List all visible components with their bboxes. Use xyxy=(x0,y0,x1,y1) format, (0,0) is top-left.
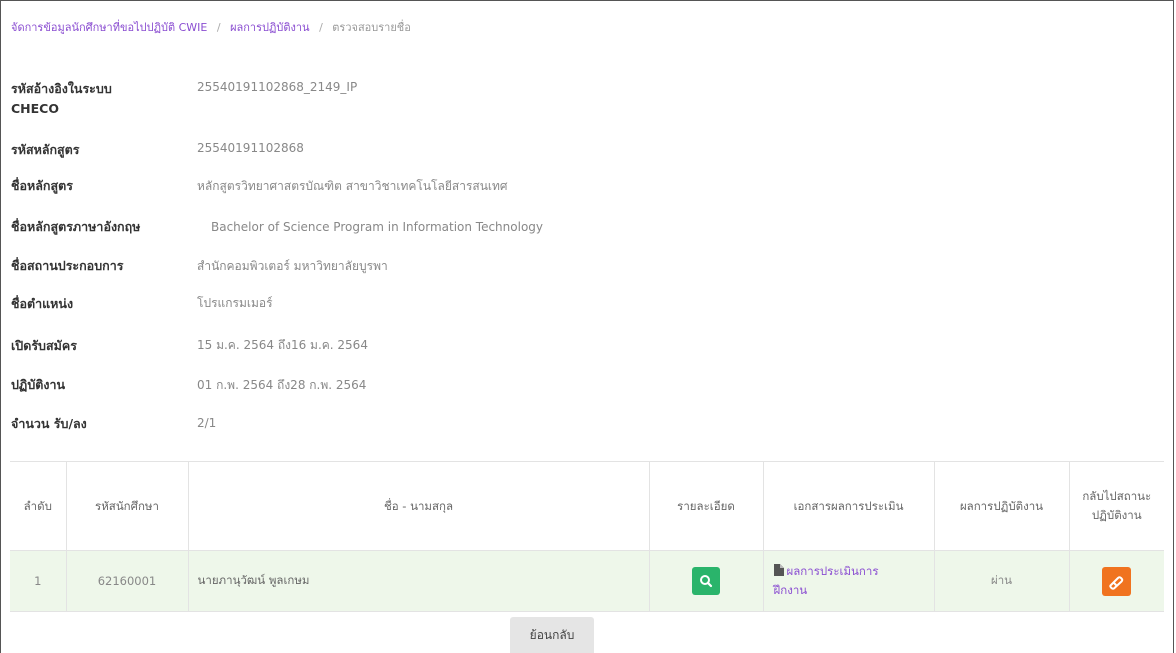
column-header-back-line1: กลับไปสถานะ xyxy=(1082,489,1152,503)
breadcrumb-current: ตรวจสอบรายชื่อ xyxy=(332,21,411,34)
row-student-id: 62160001 xyxy=(65,550,188,612)
program-name-en-value: Bachelor of Science Program in Informati… xyxy=(211,220,544,234)
program-code-label: รหัสหลักสูตร xyxy=(11,142,80,157)
row-back-status-cell xyxy=(1068,550,1164,612)
row-details-cell xyxy=(648,550,763,612)
column-header-result: ผลการปฏิบัติงาน xyxy=(933,461,1069,551)
column-header-name: ชื่อ - นามสกุล xyxy=(187,461,649,551)
breadcrumb-separator: / xyxy=(319,21,323,34)
column-header-student-id: รหัสนักศึกษา xyxy=(65,461,188,551)
work-period-value: 01 ก.พ. 2564 ถึง28 ก.พ. 2564 xyxy=(197,378,367,392)
checo-id-label-line1: รหัสอ้างอิงในระบบ xyxy=(11,81,112,96)
file-icon xyxy=(773,564,784,576)
column-header-back-line2: ปฏิบัติงาน xyxy=(1091,508,1142,522)
program-name-en-label: ชื่อหลักสูตรภาษาอังกฤษ xyxy=(11,219,141,234)
eraser-icon xyxy=(1109,575,1124,590)
checo-id-label: รหัสอ้างอิงในระบบ CHECO xyxy=(11,79,112,119)
row-no: 1 xyxy=(10,550,66,612)
column-header-no: ลำดับ xyxy=(10,461,66,551)
program-code-value: 25540191102868 xyxy=(197,141,304,155)
back-button[interactable]: ย้อนกลับ xyxy=(510,617,594,653)
program-name-value: หลักสูตรวิทยาศาสตรบัณฑิต สาขาวิชาเทคโนโล… xyxy=(197,179,508,193)
column-header-details: รายละเอียด xyxy=(648,461,763,551)
search-icon xyxy=(700,575,713,588)
column-header-doc: เอกสารผลการประเมิน xyxy=(762,461,934,551)
row-name: นายภานุวัฒน์ พูลเกษม xyxy=(187,550,649,612)
checo-id-label-line2: CHECO xyxy=(11,101,59,116)
table-header-row: ลำดับ รหัสนักศึกษา ชื่อ - นามสกุล รายละเ… xyxy=(10,461,1164,551)
revert-status-button[interactable] xyxy=(1102,566,1132,596)
application-period-label: เปิดรับสมัคร xyxy=(11,338,77,353)
table-row: 1 62160001 นายภานุวัฒน์ พูลเกษม ผลการประ… xyxy=(10,550,1164,612)
position-label: ชื่อตำแหน่ง xyxy=(11,296,74,311)
evaluation-doc-link-line1: ผลการประเมินการ xyxy=(786,564,879,578)
program-name-label: ชื่อหลักสูตร xyxy=(11,178,73,193)
work-period-label: ปฏิบัติงาน xyxy=(11,377,66,392)
workplace-label: ชื่อสถานประกอบการ xyxy=(11,258,124,273)
row-doc-cell: ผลการประเมินการ ฝึกงาน xyxy=(762,550,934,612)
view-details-button[interactable] xyxy=(692,567,720,595)
application-period-value: 15 ม.ค. 2564 ถึง16 ม.ค. 2564 xyxy=(197,338,368,352)
breadcrumb-separator: / xyxy=(216,21,221,34)
breadcrumb: จัดการข้อมูลนักศึกษาที่ขอไปปฏิบัติ CWIE … xyxy=(11,18,411,36)
breadcrumb-cwie-link[interactable]: จัดการข้อมูลนักศึกษาที่ขอไปปฏิบัติ CWIE xyxy=(11,21,207,34)
results-table: ลำดับ รหัสนักศึกษา ชื่อ - นามสกุล รายละเ… xyxy=(10,461,1164,612)
quota-label: จำนวน รับ/ลง xyxy=(11,416,87,431)
workplace-value: สำนักคอมพิวเตอร์ มหาวิทยาลัยบูรพา xyxy=(197,259,388,273)
breadcrumb-results-link[interactable]: ผลการปฏิบัติงาน xyxy=(230,21,310,34)
evaluation-doc-link[interactable]: ผลการประเมินการ ฝึกงาน xyxy=(773,562,924,600)
row-result: ผ่าน xyxy=(933,550,1069,612)
position-value: โปรแกรมเมอร์ xyxy=(197,296,273,310)
column-header-back-status: กลับไปสถานะ ปฏิบัติงาน xyxy=(1068,461,1164,551)
quota-value: 2/1 xyxy=(197,416,217,430)
evaluation-doc-link-line2: ฝึกงาน xyxy=(773,583,808,597)
checo-id-value: 25540191102868_2149_IP xyxy=(197,80,358,94)
